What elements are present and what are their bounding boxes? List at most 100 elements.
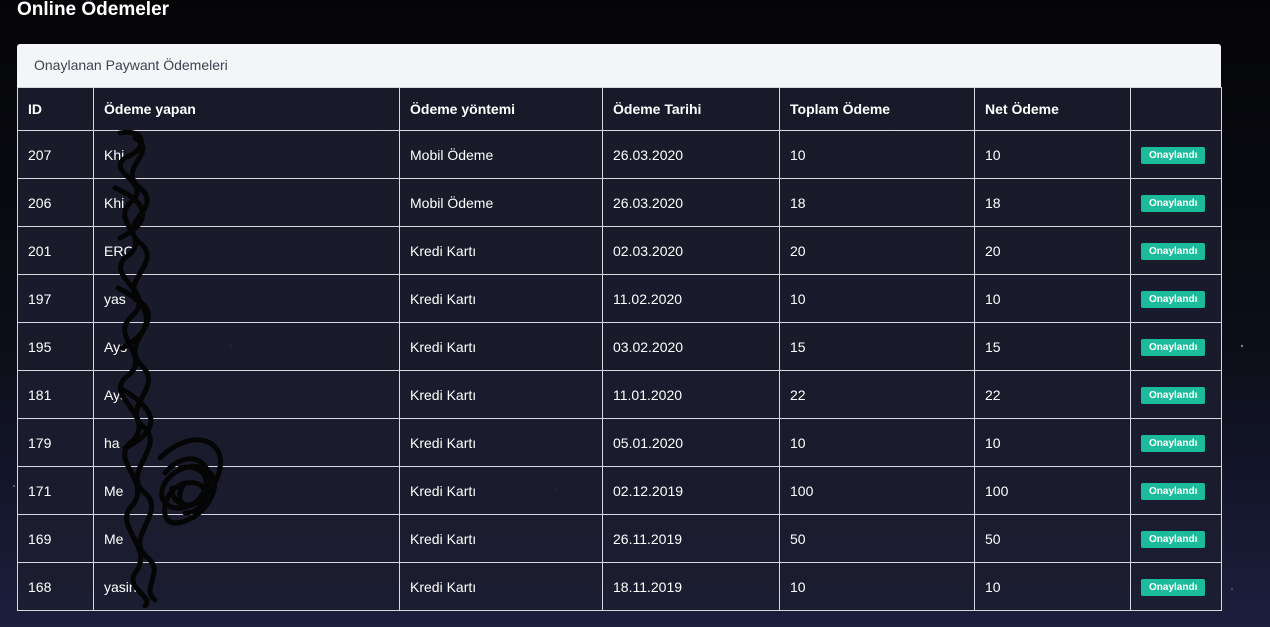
table-row[interactable]: 201 ERC Kredi Kartı 02.03.2020 20 20 Onaylandı bbox=[17, 226, 1222, 275]
cell-total: 18 bbox=[779, 178, 975, 227]
cell-id: 169 bbox=[17, 514, 94, 563]
status-badge: Onaylandı bbox=[1141, 387, 1206, 404]
cell-payer: Khi bbox=[93, 178, 400, 227]
status-badge: Onaylandı bbox=[1141, 435, 1206, 452]
column-header-id[interactable]: ID bbox=[17, 87, 94, 131]
table-row[interactable]: 181 Ays Kredi Kartı 11.01.2020 22 22 Onaylandı bbox=[17, 370, 1222, 419]
cell-status: Onaylandı bbox=[1130, 466, 1222, 515]
cell-date: 26.11.2019 bbox=[602, 514, 780, 563]
cell-date: 18.11.2019 bbox=[602, 562, 780, 611]
cell-payer: Khi bbox=[93, 130, 400, 179]
cell-total: 10 bbox=[779, 130, 975, 179]
table-row[interactable]: 169 Me Kredi Kartı 26.11.2019 50 50 Onaylandı bbox=[17, 514, 1222, 563]
cell-net: 10 bbox=[974, 562, 1131, 611]
cell-total: 15 bbox=[779, 322, 975, 371]
column-header-net[interactable]: Net Ödeme bbox=[974, 87, 1131, 131]
cell-status: Onaylandı bbox=[1130, 130, 1222, 179]
cell-date: 11.01.2020 bbox=[602, 370, 780, 419]
cell-method: Mobil Ödeme bbox=[399, 130, 603, 179]
cell-total: 50 bbox=[779, 514, 975, 563]
cell-payer: Ays bbox=[93, 370, 400, 419]
table-row[interactable]: 168 yasin Kredi Kartı 18.11.2019 10 10 Onaylan… bbox=[17, 562, 1222, 611]
cell-id: 179 bbox=[17, 418, 94, 467]
table-row[interactable]: 207 Khi Mobil Ödeme 26.03.2020 10 10 Onaylandı bbox=[17, 130, 1222, 179]
cell-payer: Ays bbox=[93, 322, 400, 371]
cell-net: 20 bbox=[974, 226, 1131, 275]
column-header-total[interactable]: Toplam Ödeme bbox=[779, 87, 975, 131]
table-body: 207 Khi Mobil Ödeme 26.03.2020 10 10 Onaylandı… bbox=[17, 130, 1222, 611]
cell-net: 50 bbox=[974, 514, 1131, 563]
cell-id: 206 bbox=[17, 178, 94, 227]
cell-date: 26.03.2020 bbox=[602, 178, 780, 227]
cell-id: 195 bbox=[17, 322, 94, 371]
cell-net: 10 bbox=[974, 130, 1131, 179]
cell-payer: Me bbox=[93, 514, 400, 563]
cell-net: 18 bbox=[974, 178, 1131, 227]
table-row[interactable]: 197 yas Kredi Kartı 11.02.2020 10 10 Onaylandı bbox=[17, 274, 1222, 323]
cell-payer: Me bbox=[93, 466, 400, 515]
status-badge: Onaylandı bbox=[1141, 483, 1206, 500]
cell-id: 207 bbox=[17, 130, 94, 179]
cell-status: Onaylandı bbox=[1130, 562, 1222, 611]
cell-method: Kredi Kartı bbox=[399, 418, 603, 467]
table-row[interactable]: 206 Khi Mobil Ödeme 26.03.2020 18 18 Onaylandı bbox=[17, 178, 1222, 227]
cell-date: 02.03.2020 bbox=[602, 226, 780, 275]
column-header-date[interactable]: Ödeme Tarihi bbox=[602, 87, 780, 131]
table-row[interactable]: 179 ha Kredi Kartı 05.01.2020 10 10 Onaylandı bbox=[17, 418, 1222, 467]
cell-date: 26.03.2020 bbox=[602, 130, 780, 179]
cell-status: Onaylandı bbox=[1130, 274, 1222, 323]
cell-net: 22 bbox=[974, 370, 1131, 419]
cell-method: Kredi Kartı bbox=[399, 370, 603, 419]
card-header: Onaylanan Paywant Ödemeleri bbox=[17, 44, 1221, 87]
cell-method: Kredi Kartı bbox=[399, 322, 603, 371]
column-header-status bbox=[1130, 87, 1222, 131]
cell-payer: yas bbox=[93, 274, 400, 323]
status-badge: Onaylandı bbox=[1141, 291, 1206, 308]
cell-total: 10 bbox=[779, 274, 975, 323]
cell-status: Onaylandı bbox=[1130, 226, 1222, 275]
cell-total: 20 bbox=[779, 226, 975, 275]
cell-total: 10 bbox=[779, 418, 975, 467]
status-badge: Onaylandı bbox=[1141, 339, 1206, 356]
cell-net: 100 bbox=[974, 466, 1131, 515]
cell-status: Onaylandı bbox=[1130, 370, 1222, 419]
cell-id: 181 bbox=[17, 370, 94, 419]
cell-payer: ERC bbox=[93, 226, 400, 275]
status-badge: Onaylandı bbox=[1141, 531, 1206, 548]
cell-payer: yasin bbox=[93, 562, 400, 611]
status-badge: Onaylandı bbox=[1141, 243, 1206, 260]
cell-status: Onaylandı bbox=[1130, 322, 1222, 371]
cell-date: 11.02.2020 bbox=[602, 274, 780, 323]
column-header-method[interactable]: Ödeme yöntemi bbox=[399, 87, 603, 131]
cell-net: 15 bbox=[974, 322, 1131, 371]
cell-id: 201 bbox=[17, 226, 94, 275]
cell-net: 10 bbox=[974, 274, 1131, 323]
status-badge: Onaylandı bbox=[1141, 195, 1206, 212]
table-row[interactable]: 171 Me Kredi Kartı 02.12.2019 100 100 Onayland… bbox=[17, 466, 1222, 515]
cell-method: Mobil Ödeme bbox=[399, 178, 603, 227]
cell-status: Onaylandı bbox=[1130, 418, 1222, 467]
status-badge: Onaylandı bbox=[1141, 147, 1206, 164]
cell-id: 168 bbox=[17, 562, 94, 611]
payments-card: Onaylanan Paywant Ödemeleri ID Ödeme yap… bbox=[17, 44, 1222, 611]
cell-date: 03.02.2020 bbox=[602, 322, 780, 371]
cell-net: 10 bbox=[974, 418, 1131, 467]
cell-method: Kredi Kartı bbox=[399, 562, 603, 611]
cell-status: Onaylandı bbox=[1130, 514, 1222, 563]
cell-id: 197 bbox=[17, 274, 94, 323]
cell-id: 171 bbox=[17, 466, 94, 515]
cell-status: Onaylandı bbox=[1130, 178, 1222, 227]
cell-method: Kredi Kartı bbox=[399, 274, 603, 323]
cell-method: Kredi Kartı bbox=[399, 466, 603, 515]
cell-date: 02.12.2019 bbox=[602, 466, 780, 515]
cell-payer: ha bbox=[93, 418, 400, 467]
page-title: Online Ödemeler bbox=[17, 0, 170, 20]
status-badge: Onaylandı bbox=[1141, 579, 1206, 596]
cell-method: Kredi Kartı bbox=[399, 226, 603, 275]
table-row[interactable]: 195 Ays Kredi Kartı 03.02.2020 15 15 Onaylandı bbox=[17, 322, 1222, 371]
cell-total: 22 bbox=[779, 370, 975, 419]
cell-date: 05.01.2020 bbox=[602, 418, 780, 467]
cell-method: Kredi Kartı bbox=[399, 514, 603, 563]
column-header-payer[interactable]: Ödeme yapan bbox=[93, 87, 400, 131]
cell-total: 10 bbox=[779, 562, 975, 611]
